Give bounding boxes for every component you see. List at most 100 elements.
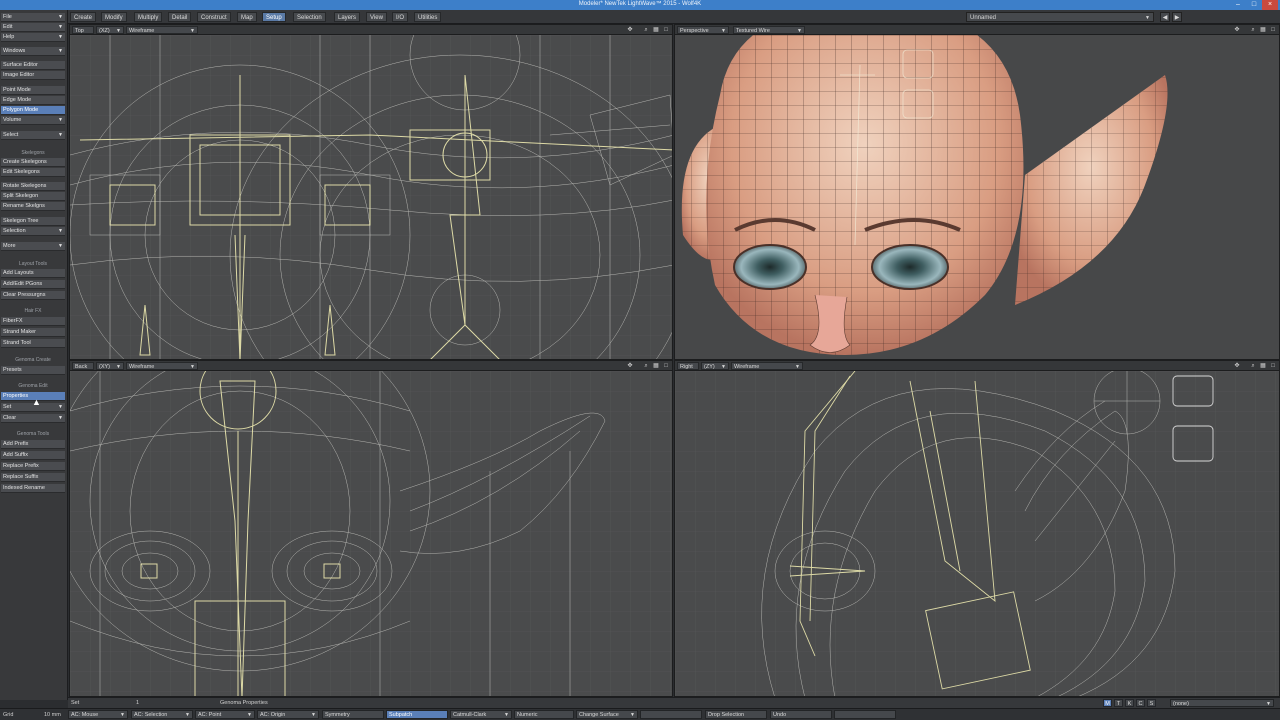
tab-view[interactable]: View	[366, 12, 387, 22]
redo-button[interactable]	[834, 710, 896, 719]
image-editor-button[interactable]: Image Editor	[1, 71, 65, 80]
tab-construct[interactable]: Construct	[197, 12, 231, 22]
ac-selection-dropdown[interactable]: AC: Selection ▼	[131, 710, 193, 719]
grid-icon[interactable]: ▦	[1259, 26, 1267, 34]
layer-dropdown[interactable]: Unnamed ▼	[966, 12, 1154, 22]
zoom-icon[interactable]: ⌕	[642, 362, 650, 370]
add-layouts-button[interactable]: Add Layouts	[1, 269, 65, 278]
vmap-dropdown[interactable]: (none) ▼	[1170, 699, 1274, 707]
fiberfx-button[interactable]: FiberFX	[1, 317, 65, 326]
render-mode-dropdown[interactable]: Wireframe ▼	[126, 362, 198, 370]
maximize-icon[interactable]: □	[1269, 362, 1277, 370]
help-menu[interactable]: Help ▼	[1, 33, 65, 42]
tab-modify[interactable]: Modify	[101, 12, 127, 22]
ac-mouse-dropdown[interactable]: AC: Mouse ▼	[68, 710, 128, 719]
selection-menu[interactable]: Selection ▼	[1, 227, 65, 236]
volume-menu[interactable]: Volume ▼	[1, 116, 65, 125]
viewport-right[interactable]: Right (ZY) ▼ Wireframe ▼ ✥ ⌕ ▦ □	[674, 360, 1280, 697]
tab-setup[interactable]: Setup	[262, 12, 286, 22]
close-icon[interactable]: ×	[1262, 0, 1278, 10]
view-type-dropdown[interactable]: Top	[72, 26, 94, 34]
rotate-skelegons-button[interactable]: Rotate Skelegons	[1, 182, 65, 191]
create-skelegons-button[interactable]: Create Skelegons	[1, 158, 65, 167]
maximize-icon[interactable]: □	[1269, 26, 1277, 34]
undo-button[interactable]: Undo	[770, 710, 832, 719]
move-icon[interactable]: ✥	[626, 26, 634, 34]
tab-io[interactable]: I/O	[392, 12, 409, 22]
tab-utilities[interactable]: Utilities	[414, 12, 442, 22]
rename-skelegons-button[interactable]: Rename Skelgns	[1, 202, 65, 211]
move-icon[interactable]: ✥	[626, 362, 634, 370]
maximize-icon[interactable]: □	[662, 26, 670, 34]
minimize-icon[interactable]: –	[1230, 0, 1246, 10]
layer-prev-icon[interactable]: ◀	[1160, 12, 1170, 22]
render-mode-dropdown[interactable]: Textured Wire ▼	[733, 26, 805, 34]
ac-origin-dropdown[interactable]: AC: Origin ▼	[257, 710, 319, 719]
viewport-top[interactable]: Top (XZ) ▼ Wireframe ▼ ✥ ⌕ ▦ □	[69, 24, 673, 360]
drop-selection-button[interactable]: Drop Selection	[705, 710, 767, 719]
mode-button-t[interactable]: T	[1114, 699, 1123, 707]
move-icon[interactable]: ✥	[1233, 26, 1241, 34]
zoom-icon[interactable]: ⌕	[1249, 362, 1257, 370]
surface-editor-button[interactable]: Surface Editor	[1, 61, 65, 70]
grid-icon[interactable]: ▦	[1259, 362, 1267, 370]
viewport-back[interactable]: Back (XY) ▼ Wireframe ▼ ✥ ⌕ ▦ □	[69, 360, 673, 697]
tab-create[interactable]: Create	[70, 12, 97, 22]
mode-button-s[interactable]: S	[1147, 699, 1156, 707]
catmull-clark-dropdown[interactable]: Catmull-Clark ▼	[450, 710, 512, 719]
view-type-dropdown[interactable]: Right	[677, 362, 699, 370]
ac-point-dropdown[interactable]: AC: Point ▼	[195, 710, 255, 719]
render-mode-dropdown[interactable]: Wireframe ▼	[126, 26, 198, 34]
tab-map[interactable]: Map	[237, 12, 257, 22]
view-type-dropdown[interactable]: Back	[72, 362, 94, 370]
blank-button[interactable]	[640, 710, 702, 719]
view-axes-dropdown[interactable]: (XY) ▼	[96, 362, 124, 370]
subpatch-button[interactable]: Subpatch	[386, 710, 448, 719]
more-menu[interactable]: More ▼	[1, 242, 65, 251]
grid-icon[interactable]: ▦	[652, 362, 660, 370]
clear-menu[interactable]: Clear ▼	[1, 414, 65, 423]
symmetry-button[interactable]: Symmetry	[322, 710, 384, 719]
viewport-perspective[interactable]: Perspective ▼ Textured Wire ▼ ✥ ⌕ ▦ □	[674, 24, 1280, 360]
windows-menu[interactable]: Windows ▼	[1, 47, 65, 56]
maximize-icon[interactable]: □	[662, 362, 670, 370]
grid-icon[interactable]: ▦	[652, 26, 660, 34]
zoom-icon[interactable]: ⌕	[642, 26, 650, 34]
presets-button[interactable]: Presets	[1, 366, 65, 375]
select-menu[interactable]: Select ▼	[1, 131, 65, 140]
split-skelegon-button[interactable]: Split Skelegon	[1, 192, 65, 201]
strand-tool-button[interactable]: Strand Tool	[1, 339, 65, 348]
edit-skelegons-button[interactable]: Edit Skelegons	[1, 168, 65, 177]
add-suffix-button[interactable]: Add Suffix	[1, 451, 65, 460]
zoom-icon[interactable]: ⌕	[1249, 26, 1257, 34]
mode-button-k[interactable]: K	[1125, 699, 1134, 707]
maximize-icon[interactable]: □	[1246, 0, 1262, 10]
move-icon[interactable]: ✥	[1233, 362, 1241, 370]
skelegon-tree-button[interactable]: Skelegon Tree	[1, 217, 65, 226]
view-axes-dropdown[interactable]: (ZY) ▼	[701, 362, 729, 370]
strand-maker-button[interactable]: Strand Maker	[1, 328, 65, 337]
mode-button-m[interactable]: M	[1103, 699, 1112, 707]
clear-pgons-button[interactable]: Clear Pressurgns	[1, 291, 65, 300]
add-prefix-button[interactable]: Add Prefix	[1, 440, 65, 449]
numeric-button[interactable]: Numeric	[514, 710, 574, 719]
view-axes-dropdown[interactable]: (XZ) ▼	[96, 26, 124, 34]
tab-selection[interactable]: Selection	[293, 12, 326, 22]
indexed-rename-button[interactable]: Indexed Rename	[1, 484, 65, 493]
layer-next-icon[interactable]: ▶	[1172, 12, 1182, 22]
view-type-dropdown[interactable]: Perspective ▼	[677, 26, 729, 34]
change-surface-dropdown[interactable]: Change Surface ▼	[576, 710, 638, 719]
render-mode-dropdown[interactable]: Wireframe ▼	[731, 362, 803, 370]
mode-button-c[interactable]: C	[1136, 699, 1145, 707]
edge-mode-button[interactable]: Edge Mode	[1, 96, 65, 105]
replace-prefix-button[interactable]: Replace Prefix	[1, 462, 65, 471]
tab-multiply[interactable]: Multiply	[134, 12, 163, 22]
replace-suffix-button[interactable]: Replace Suffix	[1, 473, 65, 482]
tab-layers[interactable]: Layers	[334, 12, 361, 22]
polygon-mode-button[interactable]: Polygon Mode	[1, 106, 65, 115]
edit-menu[interactable]: Edit ▼	[1, 23, 65, 32]
add-edit-pgons-button[interactable]: Add/Edit PGons	[1, 280, 65, 289]
tab-detail[interactable]: Detail	[168, 12, 192, 22]
point-mode-button[interactable]: Point Mode	[1, 86, 65, 95]
file-menu[interactable]: File ▼	[1, 13, 65, 22]
